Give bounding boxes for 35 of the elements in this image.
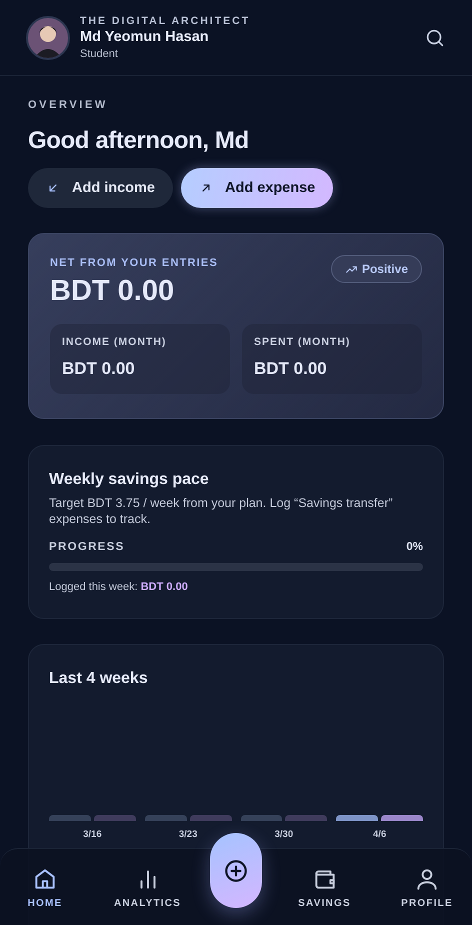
nav-tab[interactable]: SAVINGS: [284, 866, 364, 909]
net-label: NET FROM YOUR ENTRIES: [50, 256, 218, 270]
progress-label: PROGRESS: [49, 541, 125, 553]
nav-tab[interactable]: PROFILE: [387, 866, 467, 909]
week-label: 3/30: [274, 829, 294, 840]
brand-label: THE DIGITAL ARCHITECT: [80, 14, 252, 28]
nav-tab[interactable]: ANALYTICS: [108, 866, 188, 909]
expense-bar: [381, 815, 423, 821]
net-amount: BDT 0.00: [50, 274, 176, 308]
stat-label: SPENT (MONTH): [254, 336, 352, 349]
user-name: Md Yeomun Hasan: [80, 28, 210, 46]
greeting: Good afternoon, Md: [28, 126, 250, 156]
week-label: 3/16: [83, 829, 102, 840]
plus-circle-icon: [223, 858, 249, 884]
card-title: Last 4 weeks: [49, 669, 149, 689]
user-role: Student: [80, 46, 119, 60]
add-expense-button[interactable]: Add expense: [180, 168, 334, 208]
status-badge: Positive: [330, 255, 422, 283]
stat-label: INCOME (MONTH): [62, 336, 168, 349]
stat-value: BDT 0.00: [62, 358, 136, 379]
logged-amount-text: Logged this week: BDT 0.00: [49, 581, 189, 593]
add-button[interactable]: [210, 833, 262, 908]
add-income-button[interactable]: Add income: [28, 168, 173, 208]
card-title: Weekly savings pace: [49, 470, 210, 490]
card-description: Target BDT 3.75 / week from your plan. Log “Savings transfer” expenses to track.: [49, 495, 394, 527]
expense-bar: [285, 815, 328, 821]
nav-tab[interactable]: HOME: [5, 866, 85, 909]
stat-value: BDT 0.00: [254, 358, 328, 379]
section-label: OVERVIEW: [28, 98, 109, 112]
week-label: 4/6: [373, 829, 386, 840]
expense-bar: [94, 815, 136, 821]
expense-bar: [190, 815, 232, 821]
week-label: 3/23: [178, 829, 198, 840]
progress-percent: 0%: [406, 541, 423, 553]
avatar[interactable]: [26, 16, 70, 60]
